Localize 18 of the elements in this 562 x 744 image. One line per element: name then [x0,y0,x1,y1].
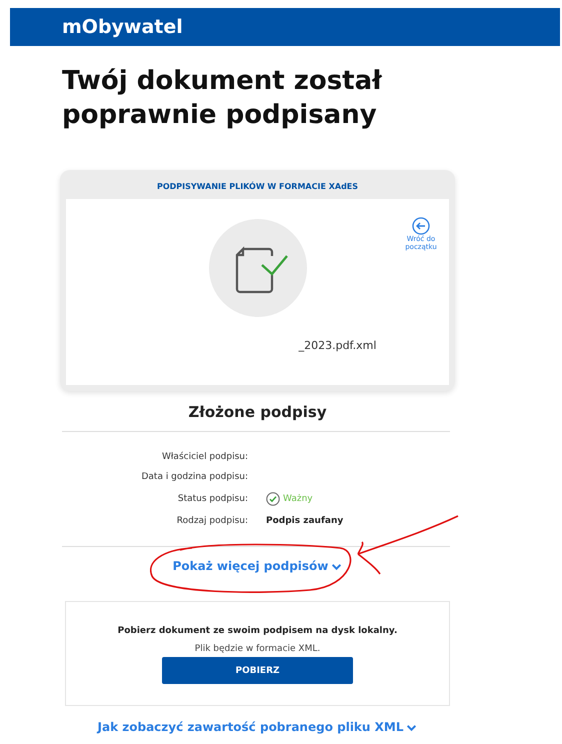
field-label: Rodzaj podpisu: [176,516,248,526]
field-value: Podpis zaufany [266,516,344,526]
check-circle-icon [266,492,280,506]
page-heading: Twój dokument został poprawnie podpisany [62,65,384,132]
format-note: Plik będzie w formacie XML. [194,644,320,654]
field-label: Status podpisu: [176,494,248,504]
app-title: mObywatel [62,16,183,38]
download-text: Pobierz dokument ze swoim podpisem na dysk lokalny. [118,626,398,636]
download-button[interactable]: POBIERZ [162,657,353,684]
xml-help-link[interactable]: Jak zobaczyć zawartość pobranego pliku XML [98,720,418,734]
section-title: Złożone podpisy [187,403,328,421]
file-name: _2023.pdf.xml [298,339,376,352]
status-value: Ważny [266,492,446,506]
show-more-signatures-link[interactable]: Pokaż więcej podpisów [172,559,342,573]
field-label: Właściciel podpisu: [160,452,248,462]
card-title: PODPISYWANIE PLIKÓW W FORMACIE XAdES [156,180,360,193]
field-label: Data i godzina podpisu: [140,472,248,482]
signed-document-icon [208,219,306,317]
